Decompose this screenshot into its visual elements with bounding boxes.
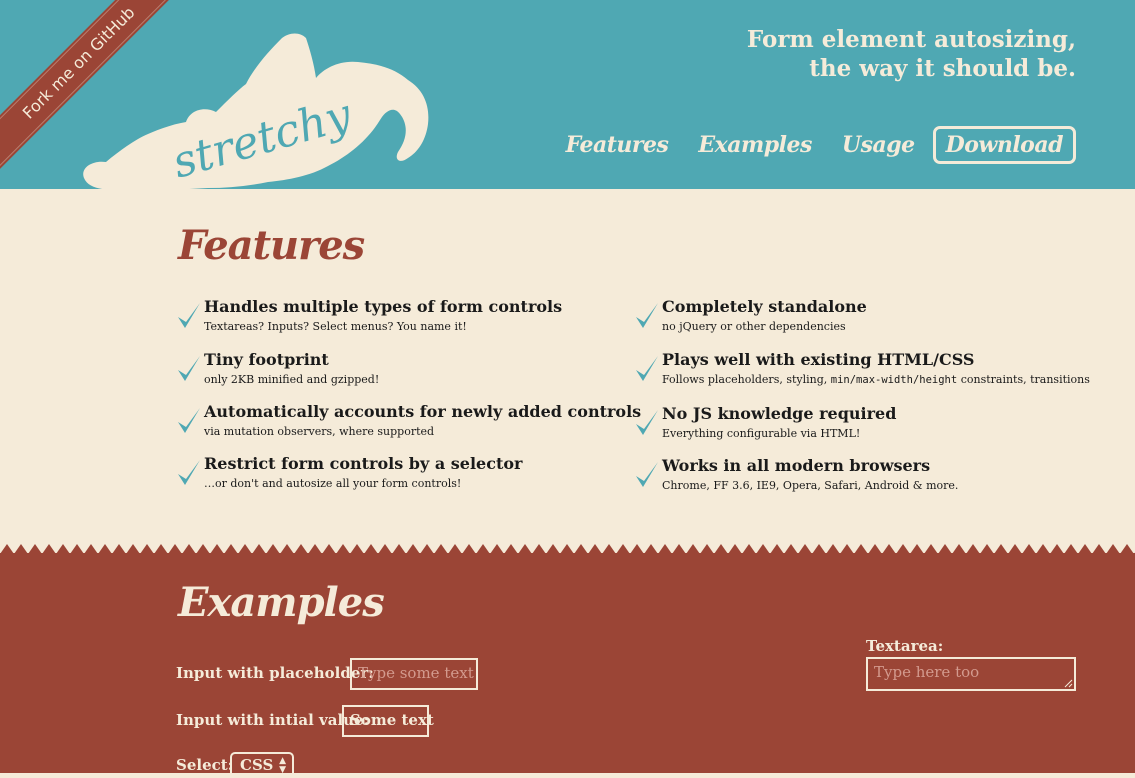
textarea-label: Textarea: (866, 637, 944, 655)
checkmark-icon (178, 408, 200, 433)
feature-title: Handles multiple types of form controls (204, 297, 563, 316)
feature-title: Works in all modern browsers (662, 456, 931, 475)
feature-description: via mutation observers, where supported (204, 425, 435, 438)
description-text: Follows placeholders, styling, (662, 373, 831, 386)
resize-grip-icon[interactable] (1064, 679, 1073, 688)
feature-description: Chrome, FF 3.6, IE9, Opera, Safari, Andr… (662, 479, 959, 492)
feature-title: Plays well with existing HTML/CSS (662, 350, 975, 369)
initial-value-input[interactable]: Some text (342, 705, 434, 737)
description-text: constraints, transitions (957, 373, 1090, 386)
header: stretchy Fork me on GitHub Form element … (0, 0, 1135, 189)
checkmark-icon (178, 460, 200, 485)
nav-link-features[interactable]: Features (566, 132, 669, 158)
nav-link-usage[interactable]: Usage (842, 132, 915, 158)
placeholder-input-label: Input with placeholder: (176, 664, 374, 682)
checkmark-icon (178, 303, 200, 328)
features-heading: Features (178, 222, 365, 269)
select-dropdown[interactable]: CSS ▲ ▼ (230, 752, 294, 778)
checkmark-icon (636, 462, 658, 487)
tagline: Form element autosizing, the way it shou… (747, 25, 1076, 83)
textarea-placeholder: Type here too (874, 663, 980, 681)
feature-description: only 2KB minified and gzipped! (204, 373, 380, 386)
tagline-line-1: Form element autosizing, (746, 26, 1076, 53)
examples-heading: Examples (178, 579, 385, 626)
main-nav: Features Examples Usage Download (536, 126, 1076, 164)
feature-title: Automatically accounts for newly added c… (204, 402, 642, 421)
feature-description: Everything configurable via HTML! (662, 427, 861, 440)
tagline-line-2: the way it should be. (809, 55, 1076, 82)
feature-description: no jQuery or other dependencies (662, 320, 846, 333)
placeholder-input[interactable]: Type some text (350, 658, 478, 690)
textarea-input[interactable]: Type here too (866, 657, 1076, 691)
feature-description: …or don't and autosize all your form con… (204, 477, 462, 490)
nav-link-examples[interactable]: Examples (698, 132, 812, 158)
feature-title: Tiny footprint (204, 350, 329, 369)
description-code: min/max-width/height (830, 374, 958, 386)
stretching-cat-logo[interactable]: stretchy (78, 28, 438, 189)
select-label: Select: (176, 756, 234, 774)
download-button[interactable]: Download (932, 126, 1076, 164)
select-arrows-icon: ▲ ▼ (279, 756, 286, 775)
select-value: CSS (240, 756, 274, 774)
feature-description: Follows placeholders, styling, min/max-w… (662, 373, 1090, 386)
feature-title: Completely standalone (662, 297, 867, 316)
zigzag-divider (0, 540, 1135, 554)
checkmark-icon (636, 356, 658, 381)
checkmark-icon (178, 356, 200, 381)
feature-title: No JS knowledge required (662, 404, 897, 423)
initial-value-input-label: Input with intial value: (176, 711, 370, 729)
feature-title: Restrict form controls by a selector (204, 454, 523, 473)
feature-description: Textareas? Inputs? Select menus? You nam… (204, 320, 467, 333)
checkmark-icon (636, 303, 658, 328)
examples-section: Examples Input with placeholder: Type so… (0, 553, 1135, 778)
checkmark-icon (636, 410, 658, 435)
